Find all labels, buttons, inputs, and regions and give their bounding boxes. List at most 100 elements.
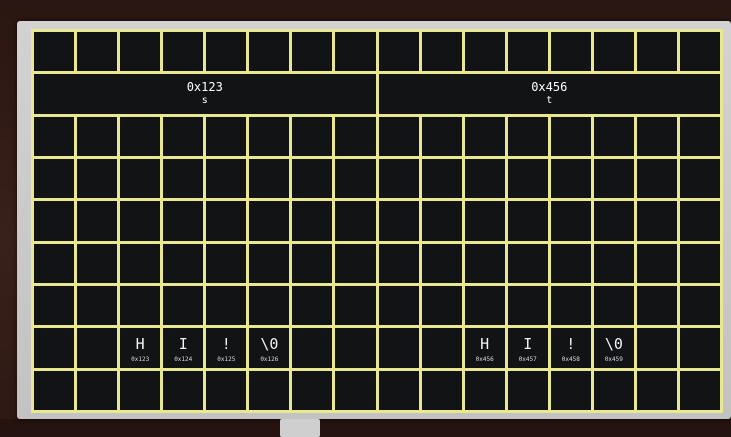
memory-cell xyxy=(636,370,677,410)
char-address: 0x458 xyxy=(561,355,580,363)
char-address: 0x126 xyxy=(260,355,279,363)
char-cell: H 0x123 xyxy=(120,328,161,368)
memory-cell xyxy=(593,370,634,410)
memory-cell xyxy=(636,158,677,199)
memory-cell xyxy=(292,285,333,326)
memory-cell xyxy=(77,370,118,410)
char-value: ! xyxy=(566,334,576,353)
memory-cell xyxy=(507,201,548,241)
memory-cell xyxy=(378,158,419,199)
memory-cell xyxy=(421,201,462,241)
memory-cell xyxy=(636,243,677,283)
memory-cell xyxy=(77,285,118,326)
memory-cell xyxy=(378,370,419,410)
memory-cell xyxy=(292,370,333,410)
char-address: 0x459 xyxy=(604,355,623,363)
memory-grid-screen: 0x123 s 0x456 t H 0x123 I 0x124! 0x125 \0 0x126 H 0x… xyxy=(31,29,723,413)
memory-cell xyxy=(292,32,333,72)
memory-cell xyxy=(593,201,634,241)
memory-cell xyxy=(77,201,118,241)
pointer-address: 0x456 xyxy=(531,80,568,95)
memory-cell xyxy=(335,32,376,72)
memory-cell xyxy=(335,370,376,410)
memory-cell xyxy=(378,285,419,326)
char-cell: ! 0x458 xyxy=(550,328,591,368)
memory-cell xyxy=(335,243,376,283)
memory-cell xyxy=(292,116,333,156)
memory-cell xyxy=(206,158,247,199)
pointer-variable-name: t xyxy=(546,95,553,107)
memory-cell xyxy=(249,370,290,410)
memory-cell xyxy=(120,116,161,156)
memory-cell xyxy=(636,201,677,241)
memory-cell xyxy=(120,32,161,72)
memory-cell xyxy=(206,116,247,156)
char-value: I xyxy=(523,334,533,353)
memory-cell xyxy=(163,116,204,156)
memory-cell xyxy=(120,285,161,326)
memory-cell xyxy=(34,158,75,199)
char-value: \0 xyxy=(260,334,279,353)
memory-cell xyxy=(34,370,75,410)
memory-cell xyxy=(421,328,462,368)
memory-cell xyxy=(163,201,204,241)
memory-cell xyxy=(593,285,634,326)
memory-cell xyxy=(464,32,505,72)
memory-cell xyxy=(206,32,247,72)
memory-cell xyxy=(120,158,161,199)
memory-cell xyxy=(593,116,634,156)
memory-cell xyxy=(464,370,505,410)
memory-cell xyxy=(679,32,720,72)
memory-cell xyxy=(464,243,505,283)
pointer-variable-name: s xyxy=(201,95,208,107)
memory-cell xyxy=(34,285,75,326)
memory-cell xyxy=(206,285,247,326)
memory-cell xyxy=(335,158,376,199)
char-value: H xyxy=(480,334,490,353)
memory-cell xyxy=(206,201,247,241)
char-cell: \0 0x126 xyxy=(249,328,290,368)
char-cell: H 0x456 xyxy=(464,328,505,368)
memory-cell xyxy=(163,370,204,410)
char-address: 0x457 xyxy=(518,355,537,363)
pointer-box-1: 0x456 t xyxy=(378,74,720,114)
memory-cell xyxy=(550,243,591,283)
memory-cell xyxy=(679,201,720,241)
memory-cell xyxy=(507,285,548,326)
char-value: H xyxy=(135,334,145,353)
memory-cell xyxy=(421,116,462,156)
memory-cell xyxy=(34,116,75,156)
memory-cell xyxy=(507,32,548,72)
memory-cell xyxy=(636,116,677,156)
char-address: 0x125 xyxy=(217,355,236,363)
memory-cell xyxy=(378,116,419,156)
memory-cell xyxy=(249,243,290,283)
memory-cell xyxy=(593,243,634,283)
memory-cell xyxy=(249,285,290,326)
memory-cell xyxy=(163,32,204,72)
memory-cell xyxy=(249,32,290,72)
memory-cell xyxy=(34,32,75,72)
char-address: 0x123 xyxy=(131,355,150,363)
memory-cell xyxy=(679,243,720,283)
memory-cell xyxy=(636,32,677,72)
memory-cell xyxy=(77,243,118,283)
memory-cell xyxy=(593,158,634,199)
memory-cell xyxy=(679,328,720,368)
memory-cell xyxy=(120,370,161,410)
memory-cell xyxy=(507,116,548,156)
memory-cell xyxy=(464,201,505,241)
memory-cell xyxy=(421,158,462,199)
char-cell: ! 0x125 xyxy=(206,328,247,368)
memory-cell xyxy=(292,158,333,199)
memory-cell xyxy=(507,158,548,199)
memory-cell xyxy=(550,201,591,241)
memory-cell xyxy=(550,370,591,410)
char-cell: I 0x124 xyxy=(163,328,204,368)
memory-cell xyxy=(292,328,333,368)
memory-cell xyxy=(120,243,161,283)
char-value: \0 xyxy=(604,334,623,353)
memory-cell xyxy=(163,243,204,283)
memory-cell xyxy=(120,201,161,241)
memory-cell xyxy=(507,243,548,283)
